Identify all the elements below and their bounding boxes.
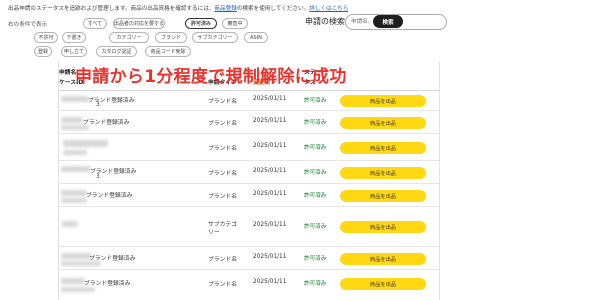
header-name: 申請名 [59, 70, 77, 76]
table-row: ブランド登録済み 3 ブランド名 2025/01/11 許可済み 商品を出品 [59, 91, 439, 111]
filter-chip-draft[interactable]: 下書き [62, 32, 86, 43]
row-type: ブランド名 [208, 257, 237, 263]
row-name: ブランド登録済み [83, 120, 130, 126]
redacted-case-id [61, 125, 89, 130]
list-product-button[interactable]: 商品を出品 [340, 95, 426, 107]
row-type: ブランド名 [208, 194, 237, 200]
redacted-case-id [63, 150, 87, 155]
redacted-case-id [61, 261, 101, 266]
row-date: 2025/01/11 [253, 222, 287, 228]
row-type: サブカテゴリー [208, 222, 237, 236]
row-type: ブランド名 [208, 146, 237, 152]
table-row: ブランド登録済み 3 ブランド名 2025/01/11 許可済み 商品を出品 [59, 161, 439, 184]
row-type: ブランド名 [208, 171, 237, 177]
list-product-button[interactable]: 商品を出品 [340, 278, 426, 290]
row-date: 2025/01/11 [253, 96, 287, 102]
redacted-name [63, 140, 108, 147]
row-type: ブランド名 [208, 282, 237, 288]
row-suffix: 3 [96, 174, 100, 180]
row-status: 許可済み [304, 120, 327, 126]
row-date: 2025/01/11 [253, 254, 287, 260]
row-date: 2025/01/11 [253, 168, 287, 174]
redacted-name [61, 166, 91, 172]
details-link[interactable]: 詳しくはこちら [309, 6, 348, 12]
row-status: 許可済み [304, 224, 327, 230]
row-suffix: 3 [96, 102, 100, 108]
table-row: サブカテゴリー 2025/01/11 許可済み 商品を出品 [59, 207, 439, 247]
table-row: ブランド登録済み ブランド名 2025/01/11 許可済み 商品を出品 [59, 270, 439, 300]
row-status: 許可済み [304, 256, 327, 262]
list-product-button[interactable]: 商品を出品 [340, 142, 426, 154]
row-date: 2025/01/11 [253, 279, 287, 285]
filter-chip-asin[interactable]: ASIN [244, 32, 268, 43]
filter-chip-appeal[interactable]: 申し立て [61, 46, 87, 57]
row-name: ブランド登録済み [86, 193, 133, 199]
filter-chip-rejected[interactable]: 不許可 [34, 32, 58, 43]
row-date: 2025/01/11 [253, 191, 287, 197]
row-status: 許可済み [304, 145, 327, 151]
search-label: 申請の検索 [305, 17, 345, 26]
redacted-case-id [61, 198, 87, 203]
intro-prefix: 出品申請のステータスを追跡および管理します。商品の出品資格を確認するには、 [8, 6, 215, 12]
list-product-button[interactable]: 商品を出品 [340, 253, 426, 265]
redacted-name [61, 253, 91, 259]
redacted-name [62, 221, 78, 227]
list-product-button[interactable]: 商品を出品 [340, 167, 426, 179]
intro-suffix: の検索を使用してください。 [236, 6, 310, 12]
row-status: 許可済み [304, 281, 327, 287]
table-row: ブランド登録済み ブランド名 2025/01/11 許可済み 商品を出品 [59, 184, 439, 207]
redacted-name [61, 278, 85, 284]
overlay-caption: 申請から1分程度で規制解除に成功 [75, 67, 347, 87]
filter-label: 右の条件で表示 [8, 22, 48, 28]
filter-chip-subcategory[interactable]: サブカテゴリー [192, 32, 238, 43]
table-row: ブランド登録済み ブランド名 2025/01/11 許可済み 商品を出品 [59, 247, 439, 270]
list-product-button[interactable]: 商品を出品 [340, 221, 426, 233]
intro-text: 出品申請のステータスを追跡および管理します。商品の出品資格を確認するには、商品登… [8, 4, 348, 12]
filter-chip-gtin-exemption[interactable]: 商品コード免除 [145, 46, 191, 57]
filter-chip-approved[interactable]: 許可済み [185, 18, 217, 29]
row-status: 許可済み [304, 170, 327, 176]
filter-chip-catalog-auth[interactable]: カタログ認証 [96, 46, 137, 57]
redacted-name [61, 117, 83, 123]
redacted-case-id [61, 287, 95, 292]
row-status: 許可済み [304, 193, 327, 199]
table-row: ブランド登録済み ブランド名 2025/01/11 許可済み 商品を出品 [59, 111, 439, 134]
filter-chip-category[interactable]: カテゴリー [109, 32, 149, 43]
filter-chip-brand[interactable]: ブランド [155, 32, 187, 43]
row-date: 2025/01/11 [253, 143, 287, 149]
requests-table: 申請名 ケースID 申請タイプ 変更日 ▾ ステー タス ブランド登録済み 3 … [58, 61, 440, 300]
list-product-button[interactable]: 商品を出品 [340, 190, 426, 202]
search-button[interactable]: 検索 [373, 15, 403, 28]
filter-chip-under-review[interactable]: 審査中 [222, 18, 248, 29]
filter-chip-registration[interactable]: 登録 [34, 46, 52, 57]
table-row: ブランド名 2025/01/11 許可済み 商品を出品 [59, 134, 439, 161]
list-product-button[interactable]: 商品を出品 [340, 117, 426, 129]
row-name: ブランド登録済み [84, 281, 131, 287]
filter-chip-all[interactable]: すべて [83, 18, 107, 29]
row-name: ブランド登録済み [88, 98, 135, 104]
row-type: ブランド名 [208, 99, 237, 105]
row-type: ブランド名 [208, 121, 237, 127]
product-registration-link[interactable]: 商品登録 [214, 6, 236, 12]
row-date: 2025/01/11 [253, 118, 287, 124]
filter-chip-needs-action[interactable]: 出品者の対応を要する [113, 18, 165, 29]
row-status: 許可済み [304, 98, 327, 104]
redacted-name [61, 190, 87, 196]
redacted-name [61, 96, 89, 102]
